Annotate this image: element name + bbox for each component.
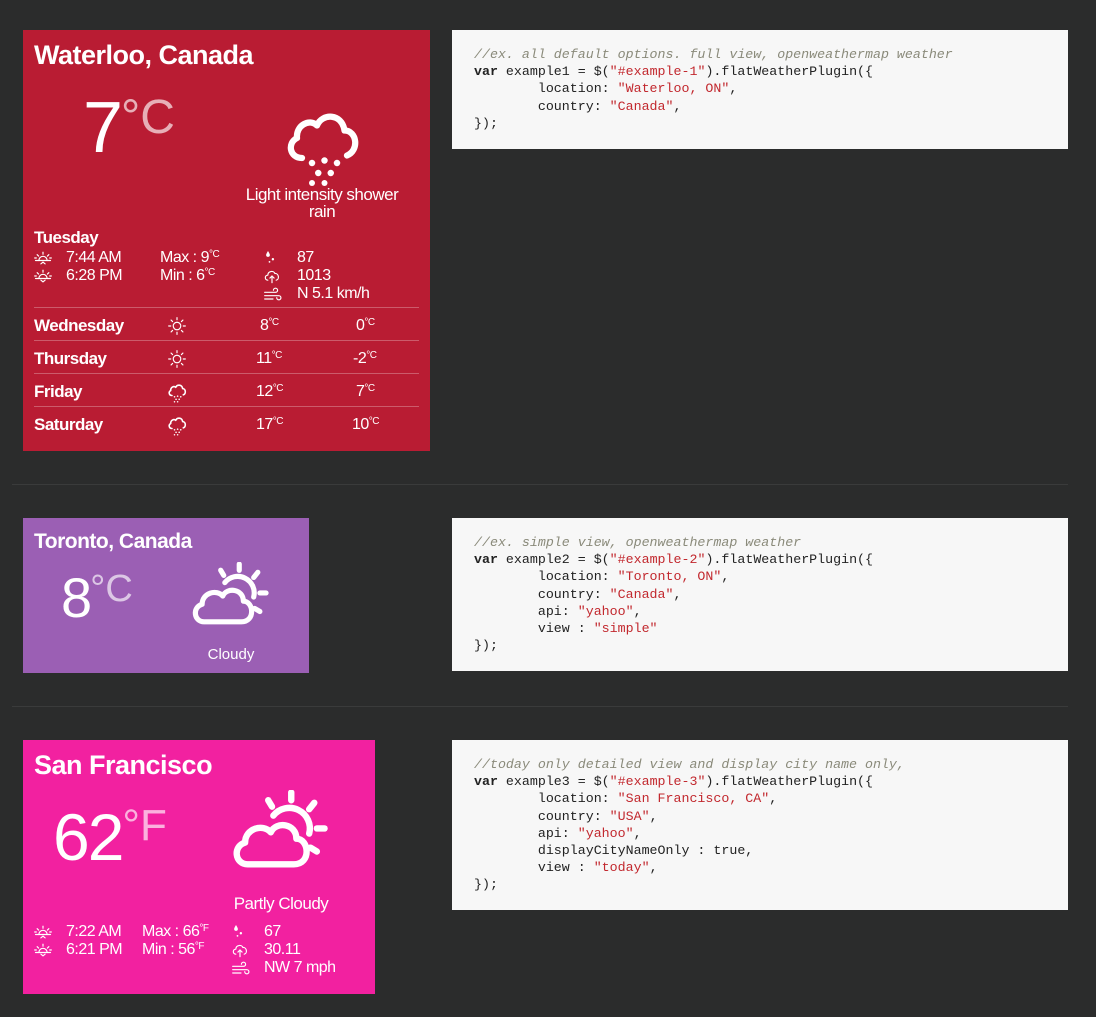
- pressure-icon: [230, 940, 250, 960]
- sunrise-time: 7:22 AM: [66, 923, 122, 940]
- forecast-divider: [34, 340, 419, 341]
- code-comment: //ex. all default options. full view, op…: [474, 47, 953, 62]
- sunrise-icon: [33, 922, 53, 942]
- code-comment: //ex. simple view, openweathermap weathe…: [474, 535, 802, 550]
- weather-widget-waterloo: Waterloo, Canada 7°C Light intensity sho…: [23, 30, 430, 451]
- temperature-unit: °C: [121, 91, 175, 144]
- max-temp: Max : 66°F: [142, 923, 209, 940]
- max-temp: Max : 9°C: [160, 249, 220, 266]
- rain-cloud-icon: [167, 416, 187, 436]
- forecast-high: 11°C: [256, 350, 282, 367]
- code-line: var example1 = $("#example-1").flatWeath…: [474, 64, 874, 80]
- city-name: San Francisco: [34, 750, 213, 780]
- forecast-low: 7°C: [356, 383, 375, 400]
- weather-widget-toronto: Toronto, Canada 8°C Cloudy: [23, 518, 309, 673]
- code-line: api: "yahoo",: [474, 825, 642, 841]
- wind-value: N 5.1 km/h: [297, 285, 370, 302]
- forecast-low: 0°C: [356, 317, 375, 334]
- weather-widget-san-francisco: San Francisco 62°F Partly Cloudy 7:22 AM…: [23, 740, 375, 994]
- humidity-icon: [262, 248, 280, 266]
- sun-icon: [167, 349, 187, 369]
- code-line: view : "today",: [474, 860, 658, 876]
- forecast-day: Thursday: [34, 349, 107, 368]
- code-line: country: "Canada",: [474, 586, 682, 602]
- sunrise-icon: [33, 248, 53, 268]
- code-line: view : "simple": [474, 621, 658, 637]
- humidity-icon: [230, 922, 248, 940]
- humidity-value: 87: [297, 249, 314, 266]
- code-line: country: "Canada",: [474, 98, 682, 114]
- code-example-2: //ex. simple view, openweathermap weathe…: [452, 518, 1068, 671]
- cloud-sun-icon: [229, 790, 333, 872]
- code-line: var example2 = $("#example-2").flatWeath…: [474, 552, 874, 568]
- forecast-divider: [34, 307, 419, 308]
- code-line: country: "USA",: [474, 808, 658, 824]
- code-example-1: //ex. all default options. full view, op…: [452, 30, 1068, 149]
- current-temperature: 7°C: [83, 92, 175, 164]
- code-line: location: "Toronto, ON",: [474, 569, 730, 585]
- section-divider: [12, 706, 1068, 707]
- min-temp: Min : 56°F: [142, 941, 205, 958]
- forecast-day: Wednesday: [34, 316, 124, 335]
- sunset-time: 6:21 PM: [66, 941, 123, 958]
- temperature-value: 62: [53, 800, 124, 874]
- code-line: });: [474, 877, 498, 893]
- today-day: Tuesday: [34, 228, 99, 247]
- forecast-day: Friday: [34, 382, 83, 401]
- forecast-high: 17°C: [256, 416, 284, 433]
- forecast-high: 8°C: [260, 317, 279, 334]
- pressure-value: 30.11: [264, 941, 301, 958]
- weather-description: Partly Cloudy: [233, 894, 329, 913]
- sunset-icon: [33, 266, 53, 286]
- temperature-value: 8: [61, 566, 92, 629]
- forecast-day: Saturday: [34, 415, 103, 434]
- code-line: displayCityNameOnly : true,: [474, 843, 754, 859]
- min-temp: Min : 6°C: [160, 267, 215, 284]
- cloud-sun-icon: [189, 562, 273, 628]
- city-name: Toronto, Canada: [34, 530, 192, 553]
- wind-value: NW 7 mph: [264, 959, 336, 976]
- code-line: api: "yahoo",: [474, 603, 642, 619]
- weather-description: Cloudy: [207, 646, 255, 663]
- code-comment: //today only detailed view and display c…: [474, 757, 905, 772]
- code-line: var example3 = $("#example-3").flatWeath…: [474, 774, 874, 790]
- sunset-icon: [33, 940, 53, 960]
- rain-cloud-icon: [282, 108, 362, 188]
- city-name: Waterloo, Canada: [34, 40, 254, 70]
- forecast-low: -2°C: [353, 350, 377, 367]
- forecast-divider: [34, 373, 419, 374]
- forecast-high: 12°C: [256, 383, 284, 400]
- forecast-low: 10°C: [352, 416, 380, 433]
- code-example-3: //today only detailed view and display c…: [452, 740, 1068, 910]
- temperature-unit: °C: [90, 568, 133, 610]
- sun-icon: [167, 316, 187, 336]
- current-temperature: 8°C: [61, 570, 133, 626]
- code-line: location: "San Francisco, CA",: [474, 791, 778, 807]
- rain-cloud-icon: [167, 383, 187, 403]
- humidity-value: 67: [264, 923, 281, 940]
- current-temperature: 62°F: [53, 801, 167, 871]
- temperature-unit: °F: [122, 801, 167, 850]
- code-line: });: [474, 638, 498, 654]
- temperature-value: 7: [83, 88, 123, 168]
- forecast-divider: [34, 406, 419, 407]
- sunset-time: 6:28 PM: [66, 267, 123, 284]
- section-divider: [12, 484, 1068, 485]
- weather-description: Light intensity shower rain: [245, 185, 399, 221]
- pressure-value: 1013: [297, 267, 331, 284]
- wind-icon: [230, 958, 252, 978]
- pressure-icon: [262, 266, 282, 286]
- code-line: });: [474, 115, 498, 131]
- sunrise-time: 7:44 AM: [66, 249, 122, 266]
- wind-icon: [262, 284, 284, 304]
- code-line: location: "Waterloo, ON",: [474, 81, 738, 97]
